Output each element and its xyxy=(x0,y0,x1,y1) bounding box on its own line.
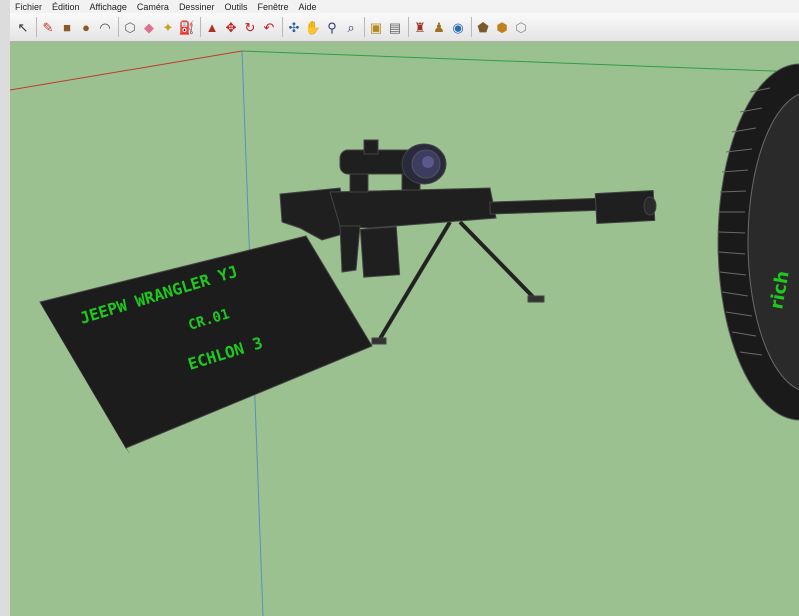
menu-affichage[interactable]: Affichage xyxy=(85,2,132,12)
pencil-line-button[interactable]: ✎ xyxy=(39,17,57,37)
pencil-line-icon: ✎ xyxy=(42,19,54,35)
share-model-icon: ⬢ xyxy=(496,19,508,35)
pan-hand-icon: ✋ xyxy=(304,19,322,35)
move-icon: ✥ xyxy=(225,19,237,35)
share-component-icon: ⬡ xyxy=(515,19,527,35)
model-viewport[interactable]: rich JEEPW WRANGLER YJ CR.01 ECHLON 3 xyxy=(10,42,799,616)
position-camera-button[interactable]: ♜ xyxy=(411,17,429,37)
tape-measure-icon: ✦ xyxy=(162,19,174,35)
look-around-button[interactable]: ◉ xyxy=(449,17,467,37)
previous-view-icon: ▣ xyxy=(369,19,383,35)
toolbar-separator xyxy=(282,17,283,37)
make-component-icon: ⬡ xyxy=(124,19,136,35)
green-axis xyxy=(241,50,799,73)
orbit-button[interactable]: ✣ xyxy=(285,17,303,37)
position-camera-icon: ♜ xyxy=(414,19,426,35)
rotate-icon: ↻ xyxy=(244,19,256,35)
tire-model: rich xyxy=(717,63,799,421)
red-axis xyxy=(10,50,243,91)
menu-dessiner[interactable]: Dessiner xyxy=(174,2,220,12)
select-arrow-icon: ↖ xyxy=(17,19,29,35)
offset-button[interactable]: ↶ xyxy=(260,17,278,37)
plaque-model: JEEPW WRANGLER YJ CR.01 ECHLON 3 xyxy=(39,235,373,454)
push-pull-icon: ▲ xyxy=(205,19,219,35)
previous-view-button[interactable]: ▣ xyxy=(367,17,385,37)
next-view-icon: ▤ xyxy=(388,19,402,35)
menu-aide[interactable]: Aide xyxy=(294,2,322,12)
toolbar-separator xyxy=(118,17,119,37)
menu-edition[interactable]: Édition xyxy=(47,2,85,12)
offset-icon: ↶ xyxy=(263,19,275,35)
zoom-icon: ⚲ xyxy=(327,19,337,35)
toolbar-separator xyxy=(36,17,37,37)
toolbar-separator xyxy=(471,17,472,37)
select-arrow-button[interactable]: ↖ xyxy=(14,17,32,37)
arc-icon: ◠ xyxy=(99,19,111,35)
share-model-button[interactable]: ⬢ xyxy=(493,17,511,37)
menu-fichier[interactable]: Fichier xyxy=(10,2,47,12)
look-around-icon: ◉ xyxy=(452,19,464,35)
rectangle-button[interactable]: ■ xyxy=(58,17,76,37)
toolbar-separator xyxy=(200,17,201,37)
scene-canvas: rich JEEPW WRANGLER YJ CR.01 ECHLON 3 xyxy=(10,50,799,616)
pan-hand-button[interactable]: ✋ xyxy=(304,17,322,37)
arc-button[interactable]: ◠ xyxy=(96,17,114,37)
menu-fenetre[interactable]: Fenêtre xyxy=(252,2,293,12)
orbit-icon: ✣ xyxy=(288,19,300,35)
rectangle-icon: ■ xyxy=(63,19,71,35)
toolbar-separator xyxy=(364,17,365,37)
zoom-extents-icon: ⌕ xyxy=(347,19,355,35)
paint-bucket-button[interactable]: ⛽ xyxy=(178,17,196,37)
share-component-button[interactable]: ⬡ xyxy=(512,17,530,37)
menu-outils[interactable]: Outils xyxy=(219,2,252,12)
toolbar-separator xyxy=(408,17,409,37)
move-button[interactable]: ✥ xyxy=(222,17,240,37)
eraser-button[interactable]: ◆ xyxy=(140,17,158,37)
zoom-button[interactable]: ⚲ xyxy=(323,17,341,37)
rotate-button[interactable]: ↻ xyxy=(241,17,259,37)
next-view-button[interactable]: ▤ xyxy=(386,17,404,37)
menu-bar: Fichier Édition Affichage Caméra Dessine… xyxy=(10,0,799,13)
eraser-icon: ◆ xyxy=(144,19,154,35)
paint-bucket-icon: ⛽ xyxy=(178,19,196,35)
make-component-button[interactable]: ⬡ xyxy=(121,17,139,37)
zoom-extents-button[interactable]: ⌕ xyxy=(342,17,360,37)
walk-icon: ♟ xyxy=(433,19,445,35)
menu-camera[interactable]: Caméra xyxy=(132,2,174,12)
get-models-icon: ⬟ xyxy=(477,19,489,35)
push-pull-button[interactable]: ▲ xyxy=(203,17,221,37)
main-toolbar: ↖ ✎ ■ ● ◠ ⬡ ◆ ✦ ⛽ ▲ ✥ ↻ ↶ ✣ ✋ ⚲ ⌕ ▣ ▤ ♜ ♟ ◉ ⬟ ⬢ ⬡ xyxy=(10,13,799,42)
tape-measure-button[interactable]: ✦ xyxy=(159,17,177,37)
get-models-button[interactable]: ⬟ xyxy=(474,17,492,37)
walk-button[interactable]: ♟ xyxy=(430,17,448,37)
circle-icon: ● xyxy=(82,19,90,35)
circle-button[interactable]: ● xyxy=(77,17,95,37)
